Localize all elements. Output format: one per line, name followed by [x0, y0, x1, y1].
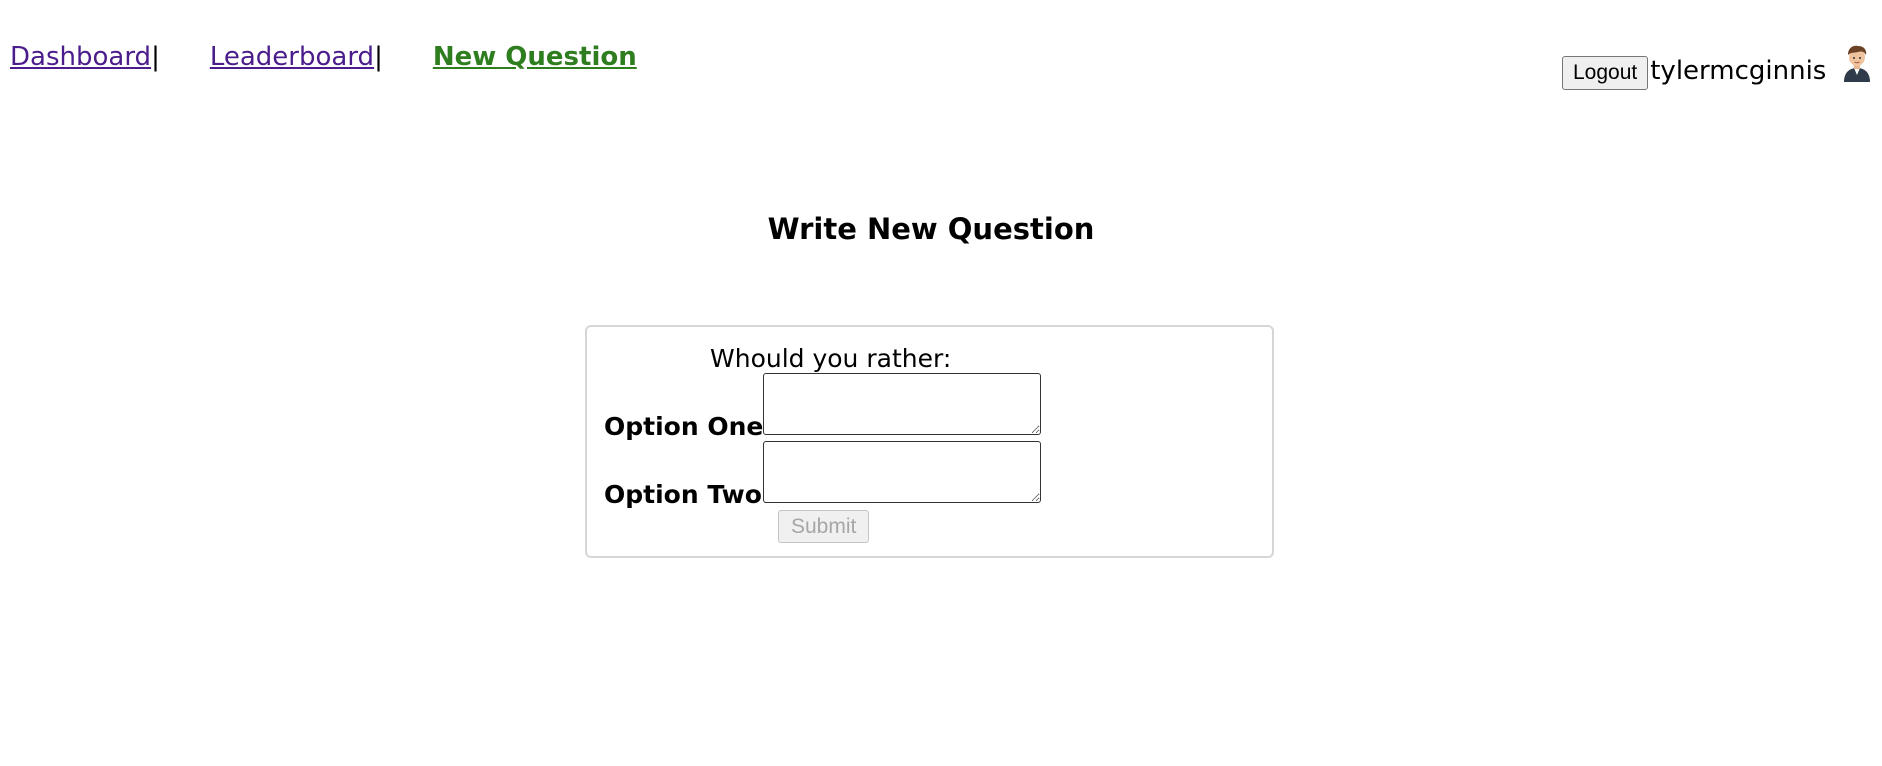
nav-separator: | [151, 42, 160, 72]
option-one-label: Option One: [604, 412, 774, 441]
submit-button[interactable]: Submit [778, 510, 870, 543]
nav-separator: | [374, 42, 383, 72]
nav-link-leaderboard[interactable]: Leaderboard [210, 42, 374, 72]
top-nav: Dashboard| Leaderboard| New Question Logou… [0, 0, 1882, 110]
user-area: Logout tylermcginnis [1562, 52, 1826, 90]
new-question-card: Whould you rather: Option One: Option Tw… [585, 325, 1274, 558]
avatar-icon [1844, 45, 1870, 82]
option-two-input[interactable] [763, 441, 1041, 503]
nav-link-dashboard[interactable]: Dashboard [10, 42, 151, 72]
would-you-rather-prompt: Whould you rather: [710, 344, 952, 373]
page-title: Write New Question [767, 212, 1095, 246]
nav-links: Dashboard| Leaderboard| New Question [10, 42, 637, 72]
nav-link-new-question[interactable]: New Question [433, 42, 637, 72]
username: tylermcginnis [1650, 56, 1827, 86]
option-one-input[interactable] [763, 373, 1041, 435]
option-two-label: Option Two: [604, 480, 772, 509]
logout-button[interactable]: Logout [1562, 56, 1649, 90]
